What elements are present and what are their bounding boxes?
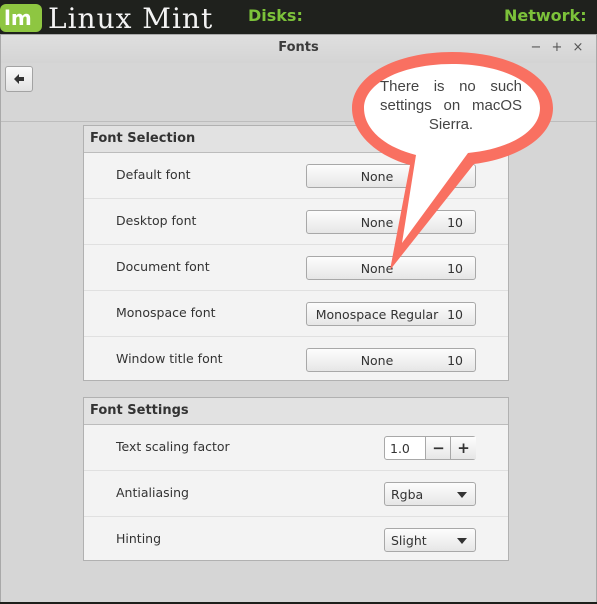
- conky-network-label: Network:: [504, 6, 587, 25]
- font-selection-panel: Font Selection Default font None 9 Deskt…: [83, 125, 509, 381]
- setting-row-text-scaling: Text scaling factor 1.0 − +: [84, 425, 508, 471]
- window-title-font-button[interactable]: None 10: [306, 348, 476, 372]
- desktop-font-size: 10: [447, 215, 463, 230]
- hinting-value: Slight: [391, 533, 427, 548]
- default-font-button[interactable]: None 9: [306, 164, 476, 188]
- setting-row-hinting: Hinting Slight: [84, 517, 508, 563]
- text-scaling-label: Text scaling factor: [116, 439, 230, 454]
- font-selection-header: Font Selection: [84, 126, 508, 153]
- window-titlebar[interactable]: Fonts − + ×: [1, 35, 596, 63]
- monospace-font-button[interactable]: Monospace Regular 10: [306, 302, 476, 326]
- window-toolbar: [1, 63, 596, 122]
- monospace-font-label: Monospace font: [116, 305, 216, 320]
- default-font-label: Default font: [116, 167, 191, 182]
- content-area: Font Selection Default font None 9 Deskt…: [1, 122, 596, 602]
- linux-mint-logo: lm: [0, 4, 42, 32]
- document-font-label: Document font: [116, 259, 210, 274]
- monospace-font-name: Monospace Regular: [315, 307, 439, 322]
- default-font-name: None: [360, 169, 394, 184]
- setting-row-desktop-font: Desktop font None 10: [84, 199, 508, 245]
- desktop-background: lm Linux Mint Disks: Network:: [0, 0, 597, 35]
- maximize-button[interactable]: +: [549, 40, 565, 56]
- font-settings-header: Font Settings: [84, 398, 508, 425]
- setting-row-antialiasing: Antialiasing Rgba: [84, 471, 508, 517]
- default-font-size: 9: [455, 169, 463, 184]
- setting-row-monospace-font: Monospace font Monospace Regular 10: [84, 291, 508, 337]
- text-scaling-increment-button[interactable]: +: [450, 437, 476, 459]
- document-font-size: 10: [447, 261, 463, 276]
- linux-mint-logo-letters: lm: [4, 6, 32, 30]
- fonts-window: Fonts − + × Font Selection Default font …: [0, 34, 597, 602]
- desktop-font-button[interactable]: None 10: [306, 210, 476, 234]
- desktop-font-name: None: [360, 215, 394, 230]
- back-button[interactable]: [5, 66, 33, 92]
- window-title-font-size: 10: [447, 353, 463, 368]
- linux-mint-wordmark: Linux Mint: [48, 2, 214, 35]
- hinting-dropdown[interactable]: Slight: [384, 528, 476, 552]
- hinting-label: Hinting: [116, 531, 162, 546]
- window-title-font-label: Window title font: [116, 351, 223, 366]
- window-title-font-name: None: [360, 353, 394, 368]
- text-scaling-input[interactable]: 1.0: [390, 441, 410, 456]
- conky-disks-label: Disks:: [248, 6, 303, 25]
- setting-row-window-title-font: Window title font None 10: [84, 337, 508, 383]
- window-title: Fonts: [278, 40, 319, 55]
- chevron-down-icon: [457, 492, 467, 498]
- antialiasing-dropdown[interactable]: Rgba: [384, 482, 476, 506]
- minimize-button[interactable]: −: [528, 40, 544, 56]
- chevron-down-icon: [457, 538, 467, 544]
- text-scaling-spinner: 1.0 − +: [384, 436, 476, 460]
- antialiasing-label: Antialiasing: [116, 485, 189, 500]
- antialiasing-value: Rgba: [391, 487, 424, 502]
- setting-row-document-font: Document font None 10: [84, 245, 508, 291]
- setting-row-default-font: Default font None 9: [84, 153, 508, 199]
- monospace-font-size: 10: [447, 307, 463, 322]
- document-font-button[interactable]: None 10: [306, 256, 476, 280]
- text-scaling-decrement-button[interactable]: −: [425, 437, 451, 459]
- close-button[interactable]: ×: [570, 40, 586, 56]
- font-settings-panel: Font Settings Text scaling factor 1.0 − …: [83, 397, 509, 561]
- arrow-left-icon: [14, 74, 24, 84]
- document-font-name: None: [360, 261, 394, 276]
- desktop-font-label: Desktop font: [116, 213, 197, 228]
